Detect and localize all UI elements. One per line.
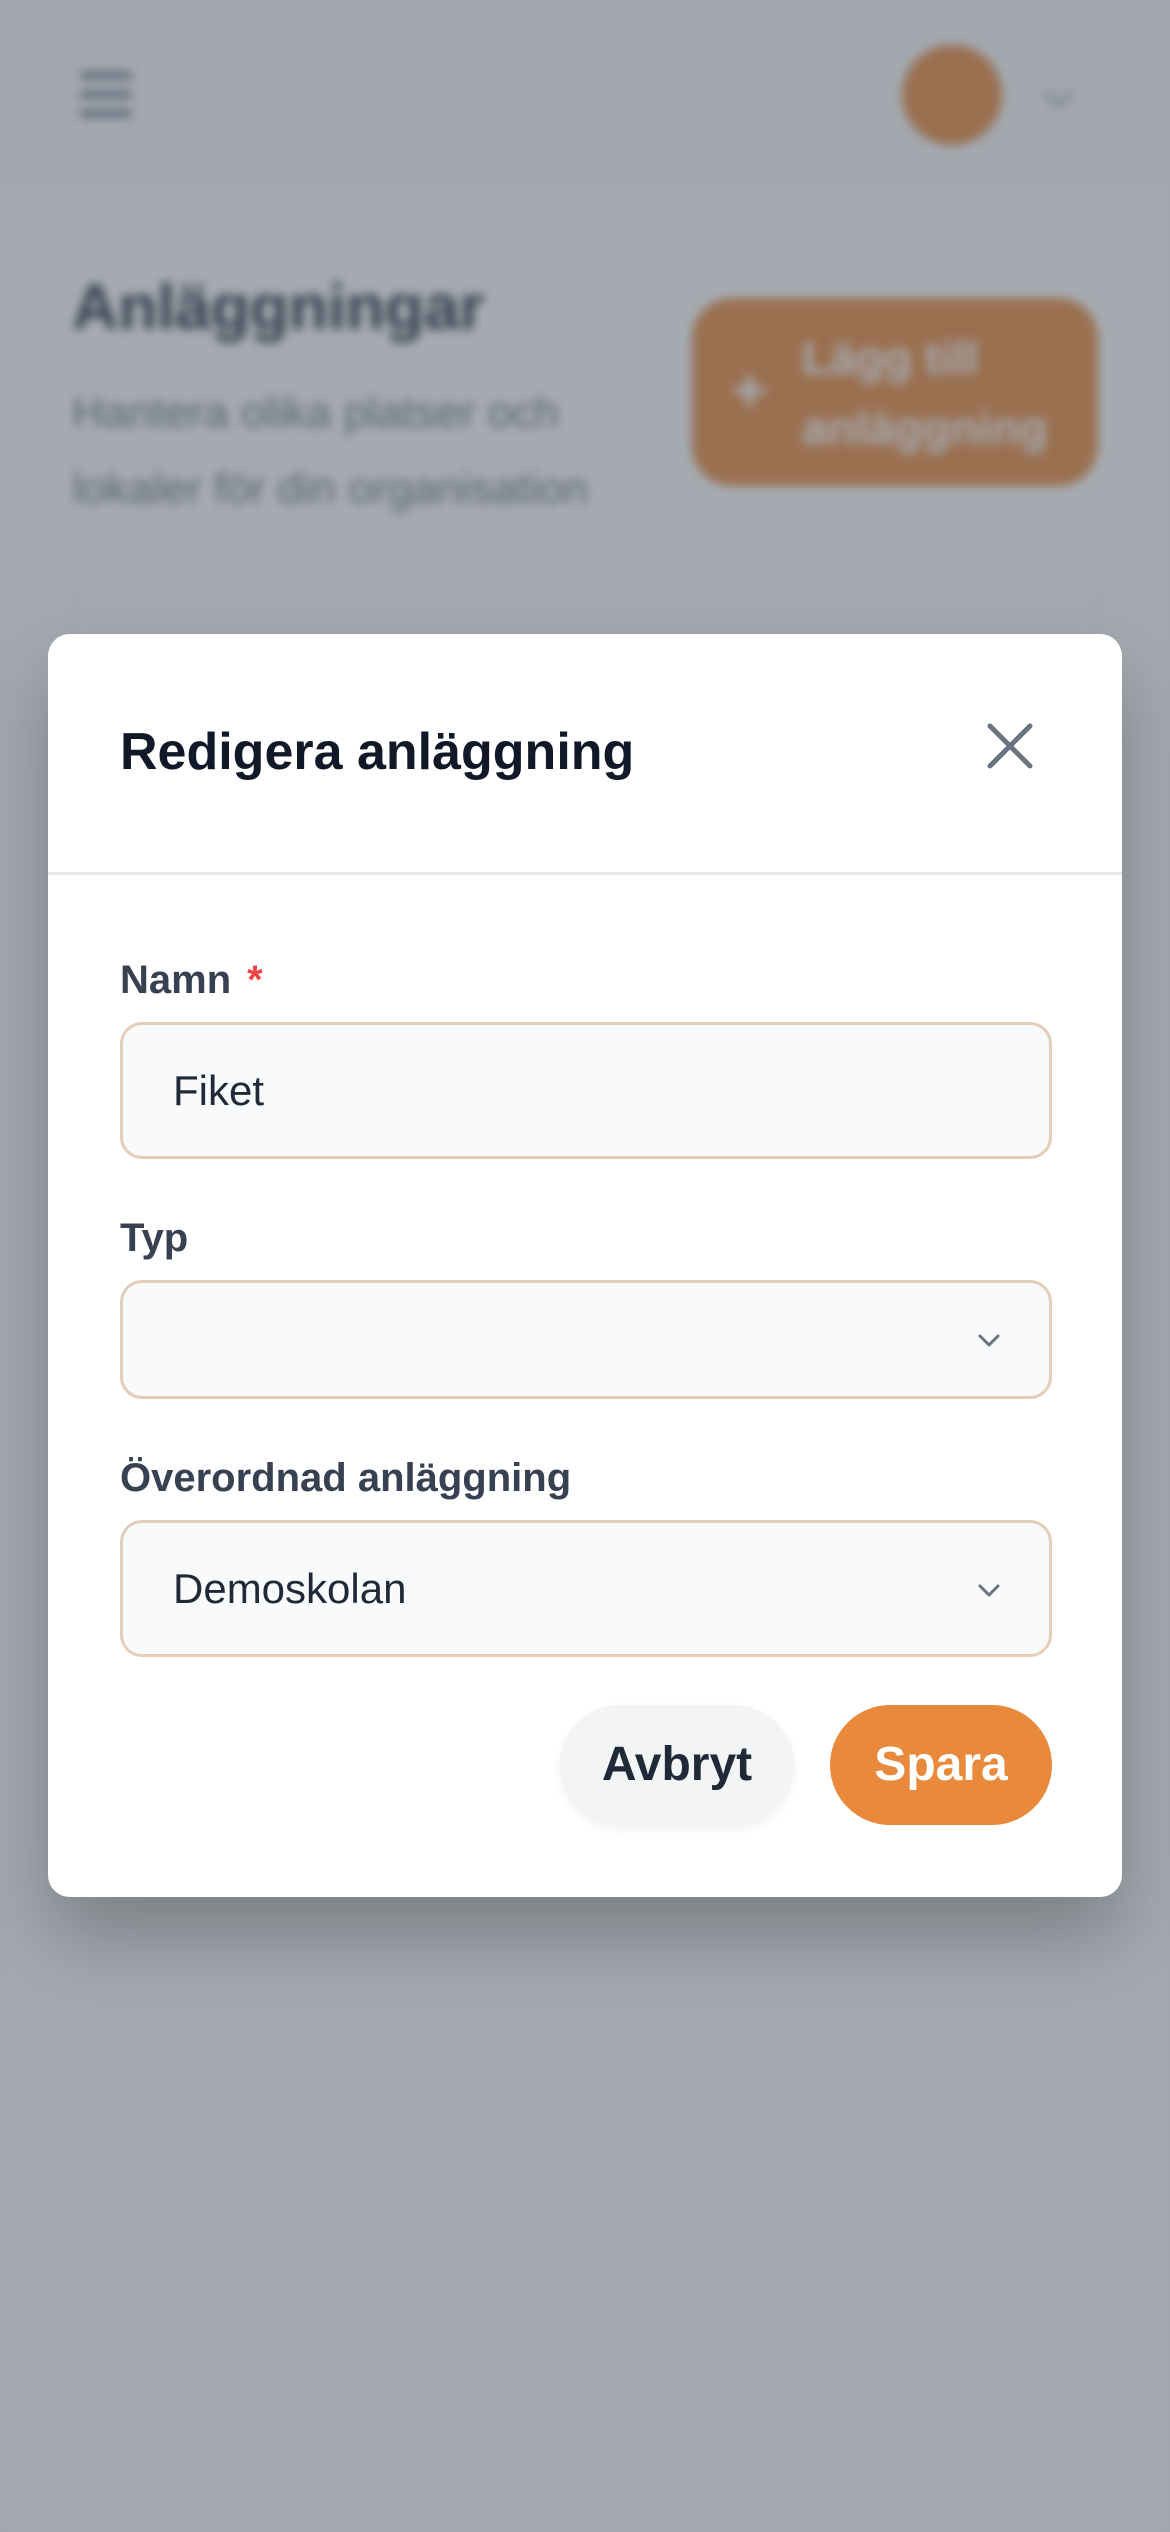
chevron-down-icon (971, 1323, 1007, 1359)
modal-title: Redigera anläggning (120, 723, 635, 781)
parent-facility-select[interactable]: Demoskolan (120, 1520, 1052, 1657)
chevron-down-icon (971, 1573, 1007, 1609)
parent-facility-label: Överordnad anläggning (120, 1456, 572, 1500)
close-icon (987, 723, 1033, 769)
name-input[interactable]: Fiket (120, 1022, 1052, 1159)
required-mark: * (247, 958, 263, 1002)
name-label-text: Namn (120, 958, 232, 1002)
name-input-value: Fiket (173, 1067, 265, 1114)
cancel-button[interactable]: Avbryt (560, 1705, 794, 1825)
edit-facility-modal: Redigera anläggning Namn * Fiket Typ Över… (48, 634, 1122, 1897)
type-select[interactable] (120, 1280, 1052, 1399)
type-field-label: Typ (120, 1216, 189, 1260)
save-button[interactable]: Spara (830, 1705, 1052, 1825)
close-button[interactable] (970, 706, 1050, 786)
parent-facility-value: Demoskolan (173, 1565, 407, 1612)
modal-header: Redigera anläggning (48, 634, 1122, 875)
name-field-label: Namn * (120, 954, 263, 1006)
